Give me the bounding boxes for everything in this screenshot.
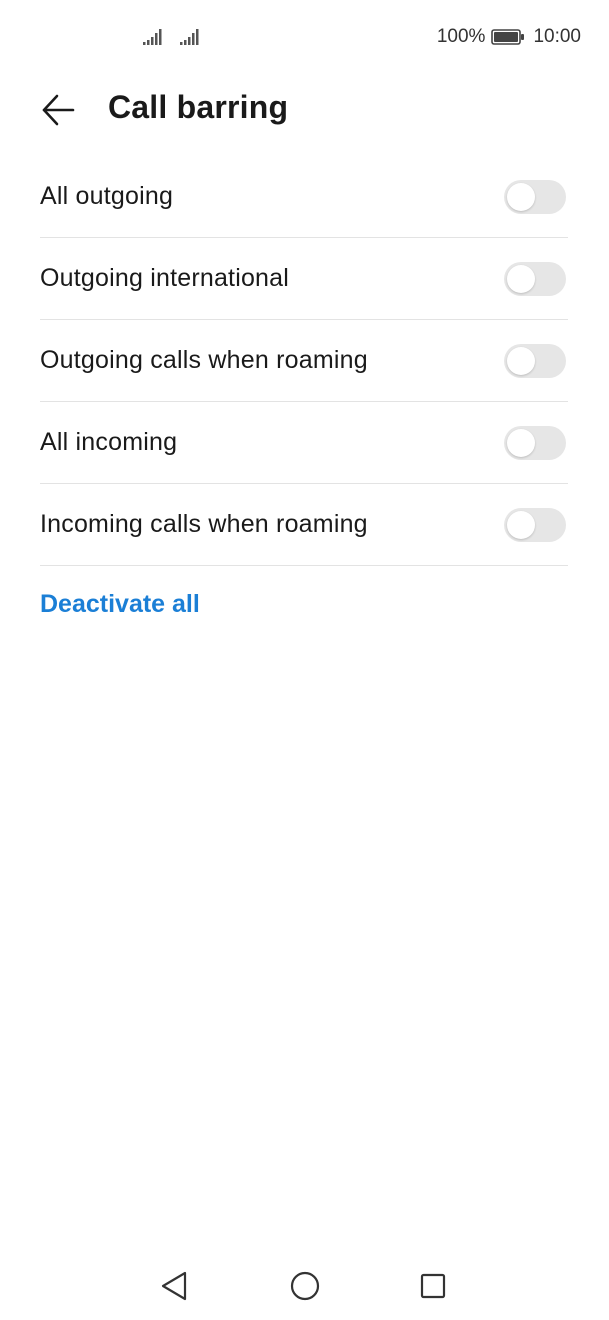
battery-percent: 100% [436, 26, 486, 47]
signal-icon [180, 29, 199, 45]
toggle-knob [507, 428, 535, 457]
all-incoming-toggle[interactable] [504, 425, 566, 460]
nav-recent-icon [420, 1273, 446, 1299]
outgoing-roaming-toggle[interactable] [504, 343, 566, 378]
item-label: Outgoing international [40, 264, 290, 292]
nav-recent-button[interactable] [413, 1266, 453, 1306]
status-bar: 100% 10:00 [0, 0, 609, 76]
item-label: All incoming [40, 428, 178, 456]
outgoing-international-toggle[interactable] [504, 261, 566, 296]
list-item-outgoing-international[interactable]: Outgoing international [40, 238, 568, 320]
all-outgoing-toggle[interactable] [504, 179, 566, 214]
status-time: 10:00 [533, 26, 581, 47]
header: Call barring [0, 74, 609, 146]
nav-home-icon [290, 1271, 320, 1301]
item-label: All outgoing [40, 182, 174, 210]
toggle-knob [507, 510, 535, 539]
deactivate-all-button[interactable]: Deactivate all [40, 590, 200, 619]
page-title: Call barring [108, 89, 289, 125]
navigation-bar [0, 1250, 609, 1320]
nav-home-button[interactable] [285, 1266, 325, 1306]
list-item-all-outgoing[interactable]: All outgoing [40, 156, 568, 238]
back-button[interactable] [30, 84, 86, 136]
item-label: Outgoing calls when roaming [40, 346, 368, 374]
nav-back-button[interactable] [154, 1266, 194, 1306]
list-item-all-incoming[interactable]: All incoming [40, 402, 568, 484]
status-right: 100% 10:00 [437, 26, 581, 48]
arrow-left-icon [42, 94, 75, 126]
nav-back-icon [161, 1271, 187, 1301]
signal-icon [143, 29, 162, 45]
call-barring-list: All outgoing Outgoing international Outg… [40, 156, 568, 566]
toggle-knob [507, 346, 535, 375]
toggle-knob [507, 264, 535, 293]
incoming-roaming-toggle[interactable] [504, 507, 566, 542]
item-label: Incoming calls when roaming [40, 510, 368, 538]
toggle-knob [507, 182, 535, 211]
battery-icon [491, 29, 525, 45]
list-item-incoming-roaming[interactable]: Incoming calls when roaming [40, 484, 568, 566]
list-item-outgoing-roaming[interactable]: Outgoing calls when roaming [40, 320, 568, 402]
